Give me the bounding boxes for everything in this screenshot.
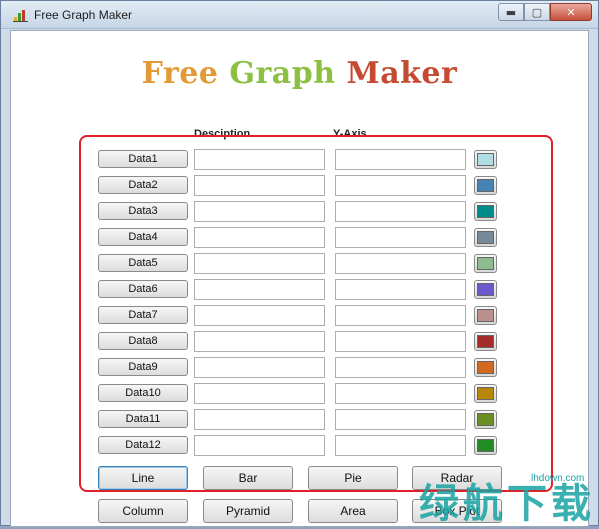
data-label-button[interactable]: Data11 [98, 410, 188, 428]
color-swatch [477, 283, 494, 296]
column-chart-button[interactable]: Column [98, 499, 188, 523]
color-picker-button[interactable] [474, 436, 497, 455]
data-label-button[interactable]: Data10 [98, 384, 188, 402]
y-axis-input[interactable] [335, 357, 466, 378]
color-swatch [477, 179, 494, 192]
app-window: Free Graph Maker ▬ ▢ ✕ Free Graph Maker … [0, 0, 599, 527]
y-axis-input[interactable] [335, 305, 466, 326]
data-row: Data5 [98, 253, 518, 274]
description-input[interactable] [194, 305, 325, 326]
data-label-button[interactable]: Data12 [98, 436, 188, 454]
data-row: Data6 [98, 279, 518, 300]
description-input[interactable] [194, 279, 325, 300]
y-axis-input[interactable] [335, 435, 466, 456]
maximize-button[interactable]: ▢ [524, 3, 550, 21]
client-area: Free Graph Maker Desciption Y-Axis Data1… [10, 30, 589, 527]
data-row: Data1 [98, 149, 518, 170]
color-swatch [477, 413, 494, 426]
data-row: Data7 [98, 305, 518, 326]
minimize-button[interactable]: ▬ [498, 3, 524, 21]
pyramid-chart-button[interactable]: Pyramid [203, 499, 293, 523]
line-chart-button[interactable]: Line [98, 466, 188, 490]
color-swatch [477, 231, 494, 244]
color-picker-button[interactable] [474, 306, 497, 325]
data-label-button[interactable]: Data9 [98, 358, 188, 376]
color-swatch [477, 257, 494, 270]
data-row: Data10 [98, 383, 518, 404]
y-axis-input[interactable] [335, 279, 466, 300]
color-picker-button[interactable] [474, 202, 497, 221]
y-axis-input[interactable] [335, 201, 466, 222]
description-input[interactable] [194, 149, 325, 170]
color-picker-button[interactable] [474, 254, 497, 273]
data-label-button[interactable]: Data1 [98, 150, 188, 168]
description-input[interactable] [194, 357, 325, 378]
description-input[interactable] [194, 331, 325, 352]
app-icon [13, 10, 28, 22]
box-plot-chart-button[interactable]: Box Plot [412, 499, 502, 523]
color-swatch [477, 153, 494, 166]
y-axis-input[interactable] [335, 149, 466, 170]
color-swatch [477, 205, 494, 218]
bar-chart-button[interactable]: Bar [203, 466, 293, 490]
description-input[interactable] [194, 175, 325, 196]
y-axis-input[interactable] [335, 331, 466, 352]
data-row: Data9 [98, 357, 518, 378]
maximize-icon: ▢ [531, 5, 543, 19]
close-icon: ✕ [566, 5, 576, 19]
data-label-button[interactable]: Data3 [98, 202, 188, 220]
close-button[interactable]: ✕ [550, 3, 592, 21]
data-label-button[interactable]: Data4 [98, 228, 188, 246]
color-picker-button[interactable] [474, 228, 497, 247]
description-input[interactable] [194, 435, 325, 456]
description-input[interactable] [194, 201, 325, 222]
data-label-button[interactable]: Data8 [98, 332, 188, 350]
y-axis-input[interactable] [335, 383, 466, 404]
color-swatch [477, 439, 494, 452]
description-input[interactable] [194, 253, 325, 274]
description-input[interactable] [194, 383, 325, 404]
color-picker-button[interactable] [474, 410, 497, 429]
y-axis-input[interactable] [335, 227, 466, 248]
description-input[interactable] [194, 227, 325, 248]
data-row: Data12 [98, 435, 518, 456]
color-swatch [477, 335, 494, 348]
description-input[interactable] [194, 409, 325, 430]
title-bar[interactable]: Free Graph Maker ▬ ▢ ✕ [1, 1, 598, 29]
y-axis-input[interactable] [335, 175, 466, 196]
data-label-button[interactable]: Data5 [98, 254, 188, 272]
area-chart-button[interactable]: Area [308, 499, 398, 523]
data-label-button[interactable]: Data7 [98, 306, 188, 324]
data-label-button[interactable]: Data6 [98, 280, 188, 298]
radar-chart-button[interactable]: Radar [412, 466, 502, 490]
data-row: Data11 [98, 409, 518, 430]
color-swatch [477, 309, 494, 322]
color-swatch [477, 361, 494, 374]
data-row: Data3 [98, 201, 518, 222]
app-title: Free Graph Maker [11, 56, 588, 91]
color-picker-button[interactable] [474, 358, 497, 377]
window-title: Free Graph Maker [34, 8, 133, 22]
app-title-maker: Maker [346, 56, 458, 91]
window-controls: ▬ ▢ ✕ [498, 3, 592, 21]
color-picker-button[interactable] [474, 280, 497, 299]
pie-chart-button[interactable]: Pie [308, 466, 398, 490]
data-label-button[interactable]: Data2 [98, 176, 188, 194]
color-swatch [477, 387, 494, 400]
data-row: Data4 [98, 227, 518, 248]
color-picker-button[interactable] [474, 332, 497, 351]
color-picker-button[interactable] [474, 176, 497, 195]
y-axis-input[interactable] [335, 409, 466, 430]
data-row: Data2 [98, 175, 518, 196]
y-axis-input[interactable] [335, 253, 466, 274]
color-picker-button[interactable] [474, 150, 497, 169]
app-title-graph: Graph [229, 56, 347, 91]
minimize-icon: ▬ [505, 5, 517, 19]
app-title-free: Free [141, 56, 230, 91]
data-row: Data8 [98, 331, 518, 352]
color-picker-button[interactable] [474, 384, 497, 403]
